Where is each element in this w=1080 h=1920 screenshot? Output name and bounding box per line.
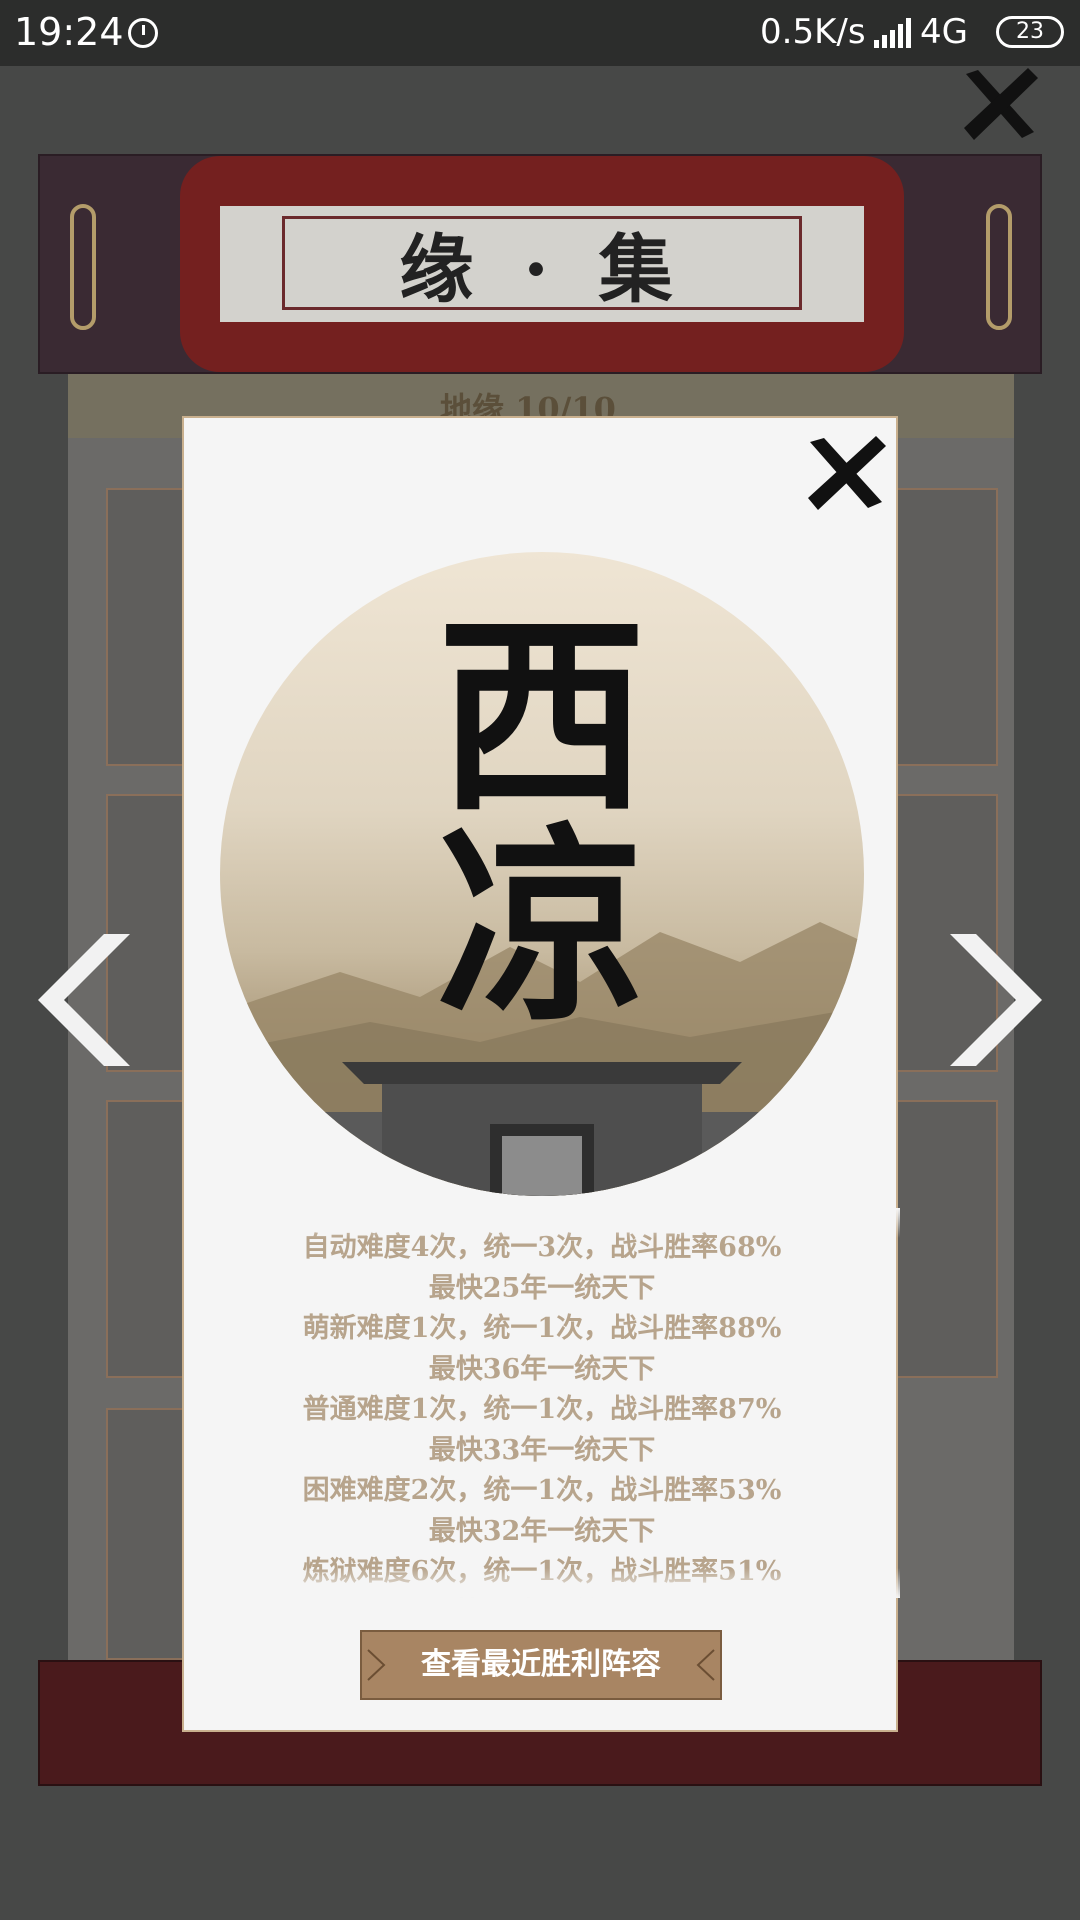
battery-icon: 23 bbox=[996, 16, 1064, 48]
view-recent-lineup-label: 查看最近胜利阵容 bbox=[421, 1647, 661, 1682]
title-scroll: 缘 · 集 bbox=[38, 154, 1042, 374]
status-time: 19:24 bbox=[14, 10, 124, 54]
modal-close-icon[interactable] bbox=[804, 432, 888, 512]
close-icon[interactable] bbox=[958, 66, 1042, 142]
stat-line: 普通难度1次，统一1次，战斗胜率87% bbox=[302, 1394, 782, 1425]
stats-list: 自动难度4次，统一3次，战斗胜率68% 最快25年一统天下 萌新难度1次，统一1次，… bbox=[184, 1228, 900, 1598]
button-ornament-left-icon bbox=[367, 1649, 386, 1681]
view-recent-lineup-button[interactable]: 查看最近胜利阵容 bbox=[360, 1630, 722, 1700]
detail-modal: 西 凉 自动难度4次，统一3次，战斗胜率68% 最快25年一统天下 萌新难度1次，统… bbox=[182, 416, 900, 1732]
stat-line: 萌新难度1次，统一1次，战斗胜率88% bbox=[302, 1313, 782, 1344]
page-title: 缘 · 集 bbox=[399, 226, 685, 313]
stat-line: 最快33年一统天下 bbox=[428, 1434, 656, 1466]
stats-fade-bottom bbox=[184, 1568, 900, 1598]
scroll-title-box: 缘 · 集 bbox=[282, 216, 802, 313]
status-bar: 19:24 0.5K/s 4G 23 bbox=[0, 0, 1080, 66]
emblem-char-2: 凉 bbox=[436, 803, 647, 1050]
stat-line: 最快25年一统天下 bbox=[428, 1272, 656, 1304]
stats-fade-top bbox=[184, 1208, 900, 1238]
record-stats[interactable]: 自动难度4次，统一3次，战斗胜率68% 最快25年一统天下 萌新难度1次，统一1次，… bbox=[184, 1208, 900, 1598]
network-speed: 0.5K/s bbox=[760, 12, 866, 52]
emblem-char-1: 西 bbox=[436, 593, 647, 840]
button-ornament-right-icon bbox=[696, 1649, 715, 1681]
scroll-pin-left bbox=[70, 204, 96, 330]
region-emblem: 西 凉 bbox=[220, 552, 864, 1196]
timer-icon bbox=[128, 18, 158, 48]
scroll-pin-right bbox=[986, 204, 1012, 330]
network-type: 4G bbox=[920, 12, 968, 52]
stat-line: 困难难度2次，统一1次，战斗胜率53% bbox=[302, 1475, 782, 1506]
stat-line: 最快36年一统天下 bbox=[428, 1353, 656, 1385]
next-arrow-icon[interactable] bbox=[946, 930, 1046, 1070]
signal-icon bbox=[874, 18, 911, 48]
previous-arrow-icon[interactable] bbox=[34, 930, 134, 1070]
stat-line: 最快32年一统天下 bbox=[428, 1515, 656, 1547]
